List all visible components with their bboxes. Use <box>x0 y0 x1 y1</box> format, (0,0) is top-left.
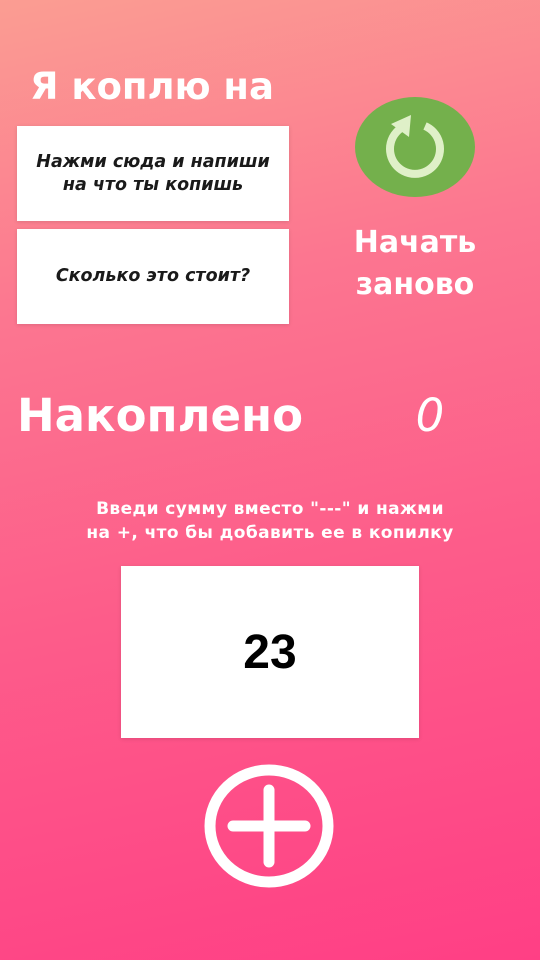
price-input-placeholder: Сколько это стоит? <box>55 266 251 286</box>
instruction-text: Введи сумму вместо "---" и нажми на +, ч… <box>86 499 454 543</box>
page-title: Я коплю на <box>30 65 274 108</box>
saved-value: 0 <box>415 389 445 442</box>
goal-input-placeholder: Нажми сюда и напиши на что ты копишь <box>36 151 270 195</box>
refresh-icon <box>386 115 444 178</box>
amount-value: 23 <box>243 625 297 679</box>
restart-button[interactable] <box>355 97 475 197</box>
price-input[interactable]: Сколько это стоит? <box>17 229 289 324</box>
plus-circle-icon <box>204 764 334 888</box>
restart-label[interactable]: Начать заново <box>330 222 500 306</box>
saved-label: Накоплено <box>17 389 304 442</box>
add-button[interactable] <box>204 764 334 888</box>
amount-input[interactable]: 23 <box>121 566 419 738</box>
goal-input[interactable]: Нажми сюда и напиши на что ты копишь <box>17 126 289 221</box>
